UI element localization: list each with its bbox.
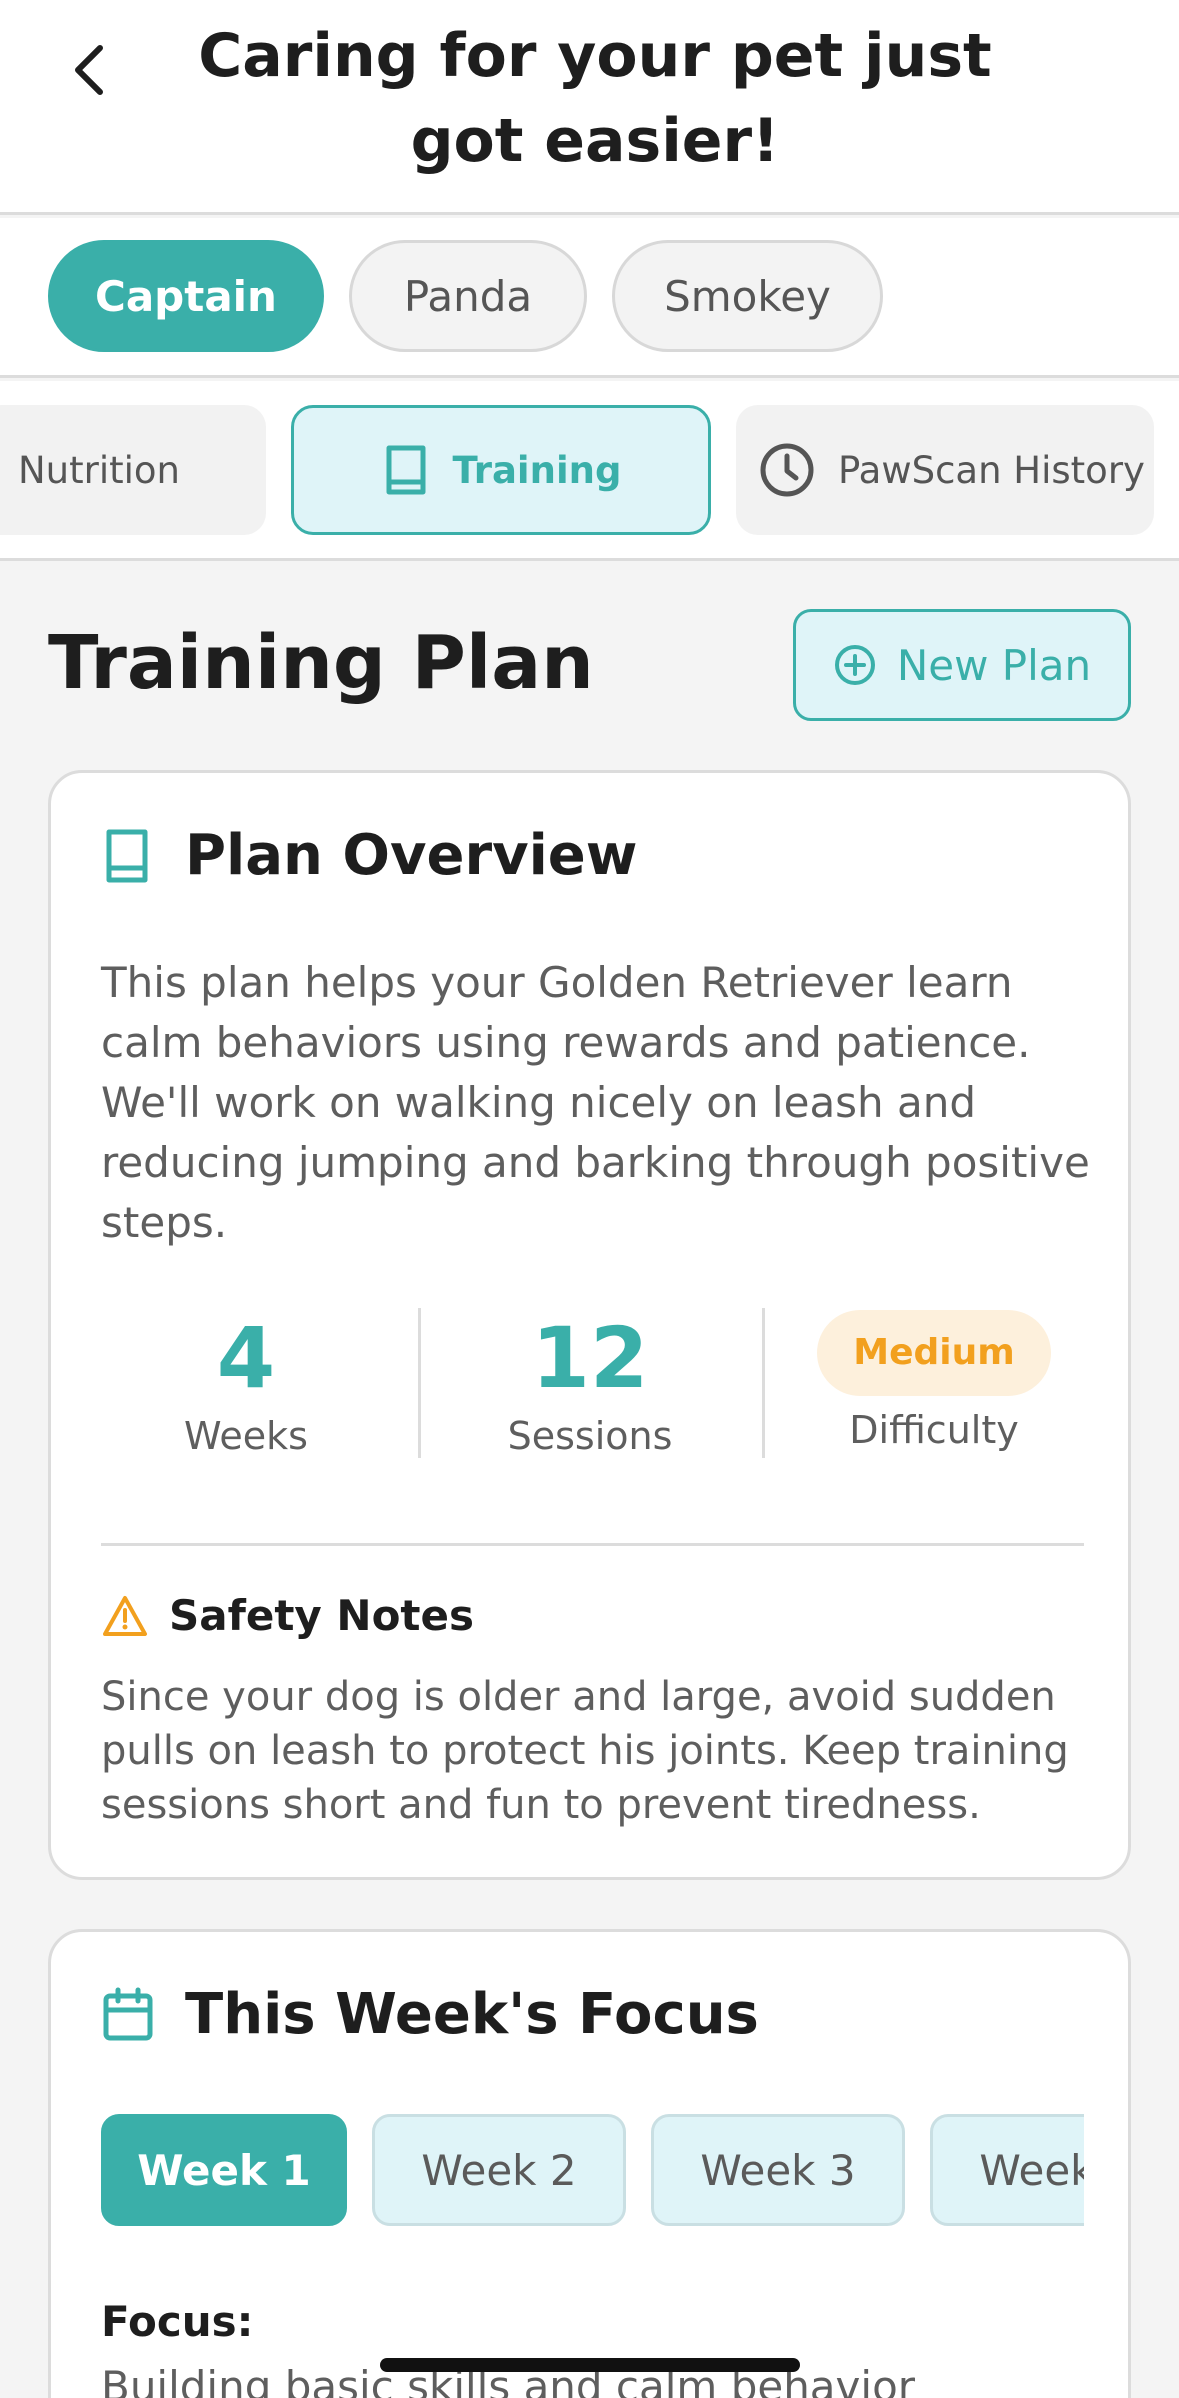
pet-chip-smokey[interactable]: Smokey — [612, 240, 883, 352]
new-plan-label: New Plan — [896, 640, 1092, 690]
home-indicator — [380, 2358, 800, 2372]
sessions-value: 12 — [531, 1309, 649, 1407]
stat-divider — [418, 1308, 421, 1458]
plus-circle-icon — [834, 645, 875, 685]
focus-label: Focus: — [101, 2297, 254, 2346]
week-focus-title: This Week's Focus — [185, 1982, 759, 2047]
chevron-left-icon — [75, 45, 103, 95]
stat-sessions: 12 Sessions — [440, 1308, 740, 1458]
warning-icon — [103, 1595, 147, 1636]
week-chip-3[interactable]: Week 3 — [651, 2114, 905, 2226]
tab-training-label: Training — [452, 448, 622, 492]
difficulty-badge: Medium — [817, 1310, 1051, 1396]
stat-weeks: 4 Weeks — [96, 1308, 396, 1458]
tab-nutrition[interactable]: Nutrition — [0, 405, 266, 535]
book-icon — [386, 445, 426, 495]
feature-tabs: Nutrition Training PawScan History — [0, 381, 1179, 561]
week-chip-4[interactable]: Week 4 — [930, 2114, 1084, 2226]
clock-icon — [760, 443, 814, 497]
back-button[interactable] — [60, 30, 120, 110]
weeks-label: Weeks — [184, 1414, 308, 1458]
plan-overview-card: Plan Overview This plan helps your Golde… — [48, 770, 1131, 1880]
week-selector: Week 1 Week 2 Week 3 Week 4 — [101, 2114, 1084, 2229]
safety-notes-title: Safety Notes — [169, 1591, 474, 1640]
training-plan-title: Training Plan — [48, 620, 594, 706]
pet-selector: Captain Panda Smokey — [0, 218, 1179, 378]
safety-notes-heading: Safety Notes — [101, 1591, 474, 1640]
pet-chip-captain[interactable]: Captain — [48, 240, 324, 352]
book-icon — [106, 829, 148, 882]
week-chip-1[interactable]: Week 1 — [101, 2114, 347, 2226]
difficulty-label: Difficulty — [849, 1408, 1019, 1452]
weeks-value: 4 — [216, 1309, 276, 1407]
new-plan-button[interactable]: New Plan — [793, 609, 1131, 721]
divider — [101, 1543, 1084, 1546]
page-title: Caring for your pet just got easier! — [198, 21, 992, 176]
tab-pawscan-history[interactable]: PawScan History — [736, 405, 1154, 535]
plan-overview-title: Plan Overview — [185, 823, 638, 888]
plan-overview-heading: Plan Overview — [101, 823, 638, 888]
week-chip-2[interactable]: Week 2 — [372, 2114, 626, 2226]
calendar-icon — [103, 1987, 153, 2040]
safety-notes-text: Since your dog is older and large, avoid… — [101, 1674, 1069, 1828]
plan-description: This plan helps your Golden Retriever le… — [101, 958, 1090, 1247]
week-focus-heading: This Week's Focus — [101, 1982, 759, 2047]
sessions-label: Sessions — [507, 1414, 673, 1458]
tab-training[interactable]: Training — [291, 405, 711, 535]
stat-divider — [762, 1308, 765, 1458]
pet-chip-panda[interactable]: Panda — [349, 240, 587, 352]
tab-nutrition-label: Nutrition — [18, 448, 181, 492]
app-header: Caring for your pet just got easier! — [0, 0, 1179, 215]
tab-pawscan-label: PawScan History — [838, 448, 1145, 492]
stat-difficulty: Medium Difficulty — [784, 1310, 1084, 1452]
week-focus-card: This Week's Focus Week 1 Week 2 Week 3 W… — [48, 1929, 1131, 2398]
